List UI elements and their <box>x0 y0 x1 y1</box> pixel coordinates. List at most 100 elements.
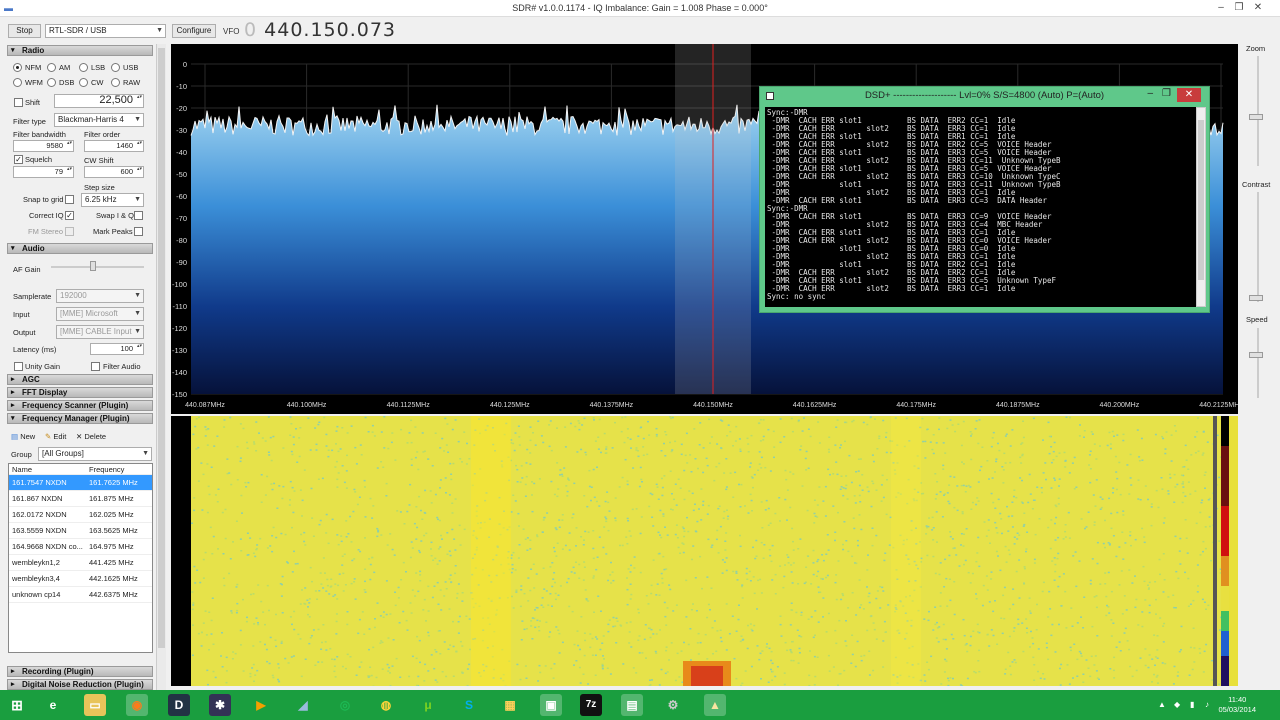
waterfall-noise-speck <box>1057 503 1060 505</box>
frequency-column-header[interactable]: Frequency <box>89 464 124 475</box>
left-panel-scrollbar-thumb[interactable] <box>158 48 165 648</box>
agc-section-header[interactable]: ▸ AGC <box>7 374 153 385</box>
skype-icon[interactable]: S <box>458 694 480 716</box>
name-column-header[interactable]: Name <box>12 464 88 475</box>
samplerate-select[interactable]: 192000 ▼ <box>56 289 144 303</box>
mode-radio-raw[interactable] <box>111 78 120 87</box>
noise-reduction-section-header[interactable]: ▸ Digital Noise Reduction (Plugin) <box>7 679 153 690</box>
minimize-button[interactable]: – <box>1213 1 1229 15</box>
mark-peaks-checkbox[interactable] <box>134 227 143 236</box>
filter-bandwidth-stepper[interactable]: 9580 <box>13 140 74 152</box>
7zip-icon[interactable]: 7z <box>580 694 602 716</box>
waterfall-noise-speck <box>947 679 950 682</box>
network-icon[interactable]: ▮ <box>1190 700 1194 709</box>
mode-radio-usb[interactable] <box>111 63 120 72</box>
table-row[interactable]: wembleykn1,2 441.425 MHz <box>9 555 152 571</box>
filter-audio-checkbox[interactable] <box>91 362 100 371</box>
table-row[interactable]: 161.867 NXDN 161.875 MHz <box>9 491 152 507</box>
left-panel-scrollbar[interactable] <box>156 44 166 690</box>
shift-checkbox[interactable] <box>14 98 23 107</box>
zoom-slider-thumb[interactable] <box>1249 114 1263 120</box>
utorrent-icon[interactable]: μ <box>417 694 439 716</box>
table-row[interactable]: 161.7547 NXDN 161.7625 MHz <box>9 475 152 491</box>
unity-gain-checkbox[interactable] <box>14 362 23 371</box>
fm-stereo-checkbox[interactable] <box>65 227 74 236</box>
dsd-scrollbar-thumb[interactable] <box>1198 120 1204 280</box>
latency-stepper[interactable]: 100 <box>90 343 144 355</box>
squelch-checkbox[interactable]: ✓ <box>14 155 23 164</box>
speed-slider-thumb[interactable] <box>1249 352 1263 358</box>
device-select[interactable]: RTL-SDR / USB ▼ <box>45 24 166 38</box>
fft-section-header[interactable]: ▸ FFT Display <box>7 387 153 398</box>
mode-radio-am[interactable] <box>47 63 56 72</box>
spotify-icon[interactable]: ◎ <box>334 694 356 716</box>
installer-icon[interactable]: ▲ <box>704 694 726 716</box>
network-tool-icon[interactable]: ✱ <box>209 694 231 716</box>
tray-app-icon[interactable]: ◆ <box>1174 700 1180 709</box>
archive-tool-icon[interactable]: ▦ <box>499 694 521 716</box>
dsd-console-window[interactable]: DSD+ -------------------- Lvl=0% S/S=480… <box>759 86 1210 313</box>
new-button[interactable]: ▤ New <box>11 432 35 441</box>
mode-radio-nfm[interactable] <box>13 63 22 72</box>
waterfall-noise-speck <box>882 590 885 592</box>
dsd-close-button[interactable]: ✕ <box>1177 88 1201 102</box>
mode-radio-cw[interactable] <box>79 78 88 87</box>
zoom-slider-track[interactable] <box>1257 56 1259 166</box>
cw-shift-stepper[interactable]: 600 <box>84 166 144 178</box>
console-taskbar-icon[interactable]: ▣ <box>540 694 562 716</box>
window-taskbar-icon[interactable]: ▤ <box>621 694 643 716</box>
dsd-console-scrollbar[interactable] <box>1196 107 1206 307</box>
mode-radio-wfm[interactable] <box>13 78 22 87</box>
snap-to-grid-checkbox[interactable] <box>65 195 74 204</box>
contrast-slider-track[interactable] <box>1257 192 1259 302</box>
configure-button[interactable]: Configure <box>172 24 216 38</box>
waterfall-display[interactable] <box>171 416 1238 686</box>
edit-button[interactable]: ✎ Edit <box>45 432 66 441</box>
stop-button[interactable]: Stop <box>8 24 41 38</box>
media-player-icon[interactable]: ▶ <box>250 694 272 716</box>
step-size-select[interactable]: 6.25 kHz ▼ <box>81 193 144 207</box>
mode-radio-dsb[interactable] <box>47 78 56 87</box>
volume-icon[interactable]: ♪ <box>1205 700 1209 709</box>
table-row[interactable]: unknown cp14 442.6375 MHz <box>9 587 152 603</box>
shift-stepper[interactable]: 22,500 <box>54 94 144 108</box>
settings-app-icon[interactable]: ⚙ <box>662 694 684 716</box>
input-select[interactable]: [MME] Microsoft Sound▼ <box>56 307 144 321</box>
group-select[interactable]: [All Groups] ▼ <box>38 447 152 461</box>
tray-arrow-icon[interactable]: ▲ <box>1158 700 1166 709</box>
swap-iq-checkbox[interactable] <box>134 211 143 220</box>
af-gain-slider-thumb[interactable] <box>89 261 96 271</box>
file-explorer-icon[interactable]: ▭ <box>84 694 106 716</box>
dsd-minimize-button[interactable]: – <box>1147 88 1153 99</box>
sdr-taskbar-icon[interactable]: ◢ <box>292 694 314 716</box>
dxp-app-icon[interactable]: D <box>168 694 190 716</box>
speed-slider-track[interactable] <box>1257 328 1259 398</box>
correct-iq-checkbox[interactable]: ✓ <box>65 211 74 220</box>
mode-radio-lsb[interactable] <box>79 63 88 72</box>
vfo-frequency-display[interactable]: 0 440.150.073 <box>244 19 396 41</box>
squelch-stepper[interactable]: 79 <box>13 166 74 178</box>
windows-start-icon[interactable]: ⊞ <box>6 694 28 716</box>
restore-button[interactable]: ❐ <box>1231 1 1247 15</box>
table-row[interactable]: 162.0172 NXDN 162.025 MHz <box>9 507 152 523</box>
internet-explorer-icon[interactable]: e <box>42 694 64 716</box>
audio-section-header[interactable]: ▾ Audio <box>7 243 153 254</box>
table-row[interactable]: wembleykn3,4 442.1625 MHz <box>9 571 152 587</box>
table-row[interactable]: 164.9668 NXDN co... 164.975 MHz <box>9 539 152 555</box>
filter-type-select[interactable]: Blackman-Harris 4 ▼ <box>54 113 144 127</box>
output-select[interactable]: [MME] CABLE Input (V(▼ <box>56 325 144 339</box>
close-button[interactable]: ✕ <box>1250 1 1266 15</box>
recording-section-header[interactable]: ▸ Recording (Plugin) <box>7 666 153 677</box>
radio-section-header[interactable]: ▾ Radio <box>7 45 153 56</box>
scanner-section-header[interactable]: ▸ Frequency Scanner (Plugin) <box>7 400 153 411</box>
table-row[interactable]: 163.5559 NXDN 163.5625 MHz <box>9 523 152 539</box>
dsd-restore-button[interactable]: ❐ <box>1162 88 1171 99</box>
taskbar-clock[interactable]: 11:40 05/03/2014 <box>1218 695 1256 715</box>
firefox-icon[interactable]: ◉ <box>126 694 148 716</box>
manager-section-header[interactable]: ▾ Frequency Manager (Plugin) <box>7 413 153 424</box>
filter-order-stepper[interactable]: 1460 <box>84 140 144 152</box>
af-gain-slider-track[interactable] <box>51 266 144 268</box>
contrast-slider-thumb[interactable] <box>1249 295 1263 301</box>
chrome-icon[interactable]: ◍ <box>375 694 397 716</box>
delete-button[interactable]: ✕ Delete <box>76 432 106 441</box>
